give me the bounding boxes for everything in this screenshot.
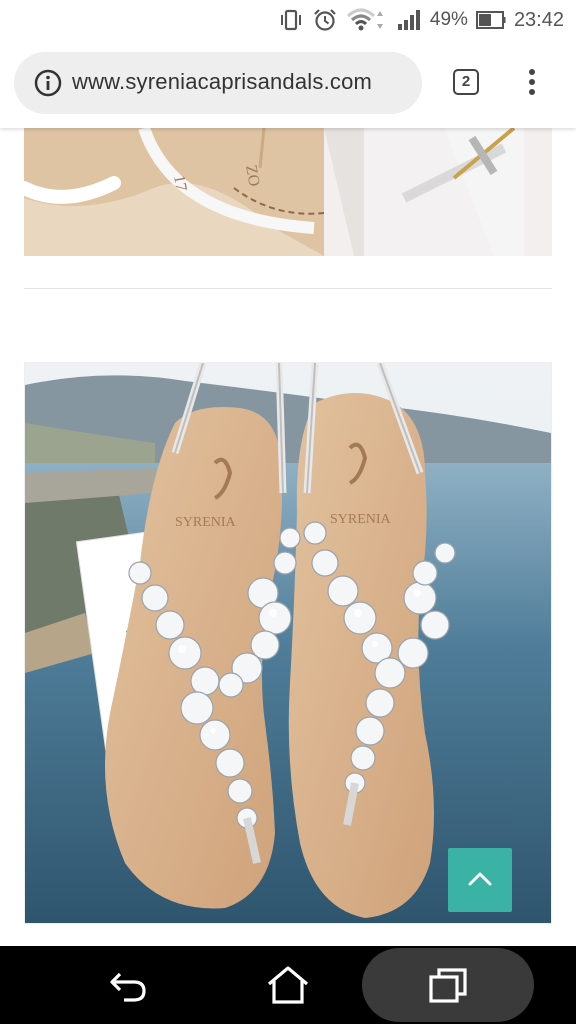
- browser-toolbar: www.syreniacaprisandals.com 2: [0, 40, 576, 128]
- vibrate-icon: [278, 9, 304, 31]
- status-bar: 49% 23:42: [0, 0, 576, 40]
- crystal-sandals-image: SYRENIA SYRENIA SYRENIA: [24, 362, 552, 924]
- chevron-up-icon: [468, 872, 492, 886]
- wifi-icon: [346, 7, 388, 33]
- battery-percent: 49%: [429, 9, 468, 30]
- system-navigation-bar: [0, 946, 576, 1024]
- info-icon[interactable]: [34, 69, 62, 102]
- signal-icon: [396, 9, 422, 31]
- back-icon: [110, 972, 146, 1002]
- recent-apps-icon: [429, 968, 467, 1003]
- alarm-icon: [312, 8, 338, 32]
- home-icon: [267, 966, 309, 1004]
- clock: 23:42: [513, 8, 564, 31]
- section-divider: [24, 288, 552, 289]
- page-content: 17 ZO SYRENIA SYRENIA: [0, 128, 576, 946]
- address-bar[interactable]: www.syreniacaprisandals.com: [14, 52, 422, 114]
- status-icons: 49% 23:42: [278, 6, 564, 34]
- battery-icon: [475, 10, 506, 30]
- sandal-brand-right: SYRENIA: [330, 512, 392, 527]
- back-button[interactable]: [88, 946, 168, 1024]
- overflow-menu-button[interactable]: [522, 66, 542, 100]
- url-text[interactable]: www.syreniacaprisandals.com: [72, 69, 417, 95]
- tab-switcher-button[interactable]: 2: [453, 69, 479, 95]
- recent-apps-button[interactable]: [408, 946, 488, 1024]
- svg-text:17: 17: [170, 174, 190, 193]
- scroll-to-top-button[interactable]: [448, 848, 512, 912]
- sandal-brand-left: SYRENIA: [175, 515, 237, 530]
- sandal-detail-image: 17 ZO: [24, 128, 552, 256]
- home-button[interactable]: [248, 946, 328, 1024]
